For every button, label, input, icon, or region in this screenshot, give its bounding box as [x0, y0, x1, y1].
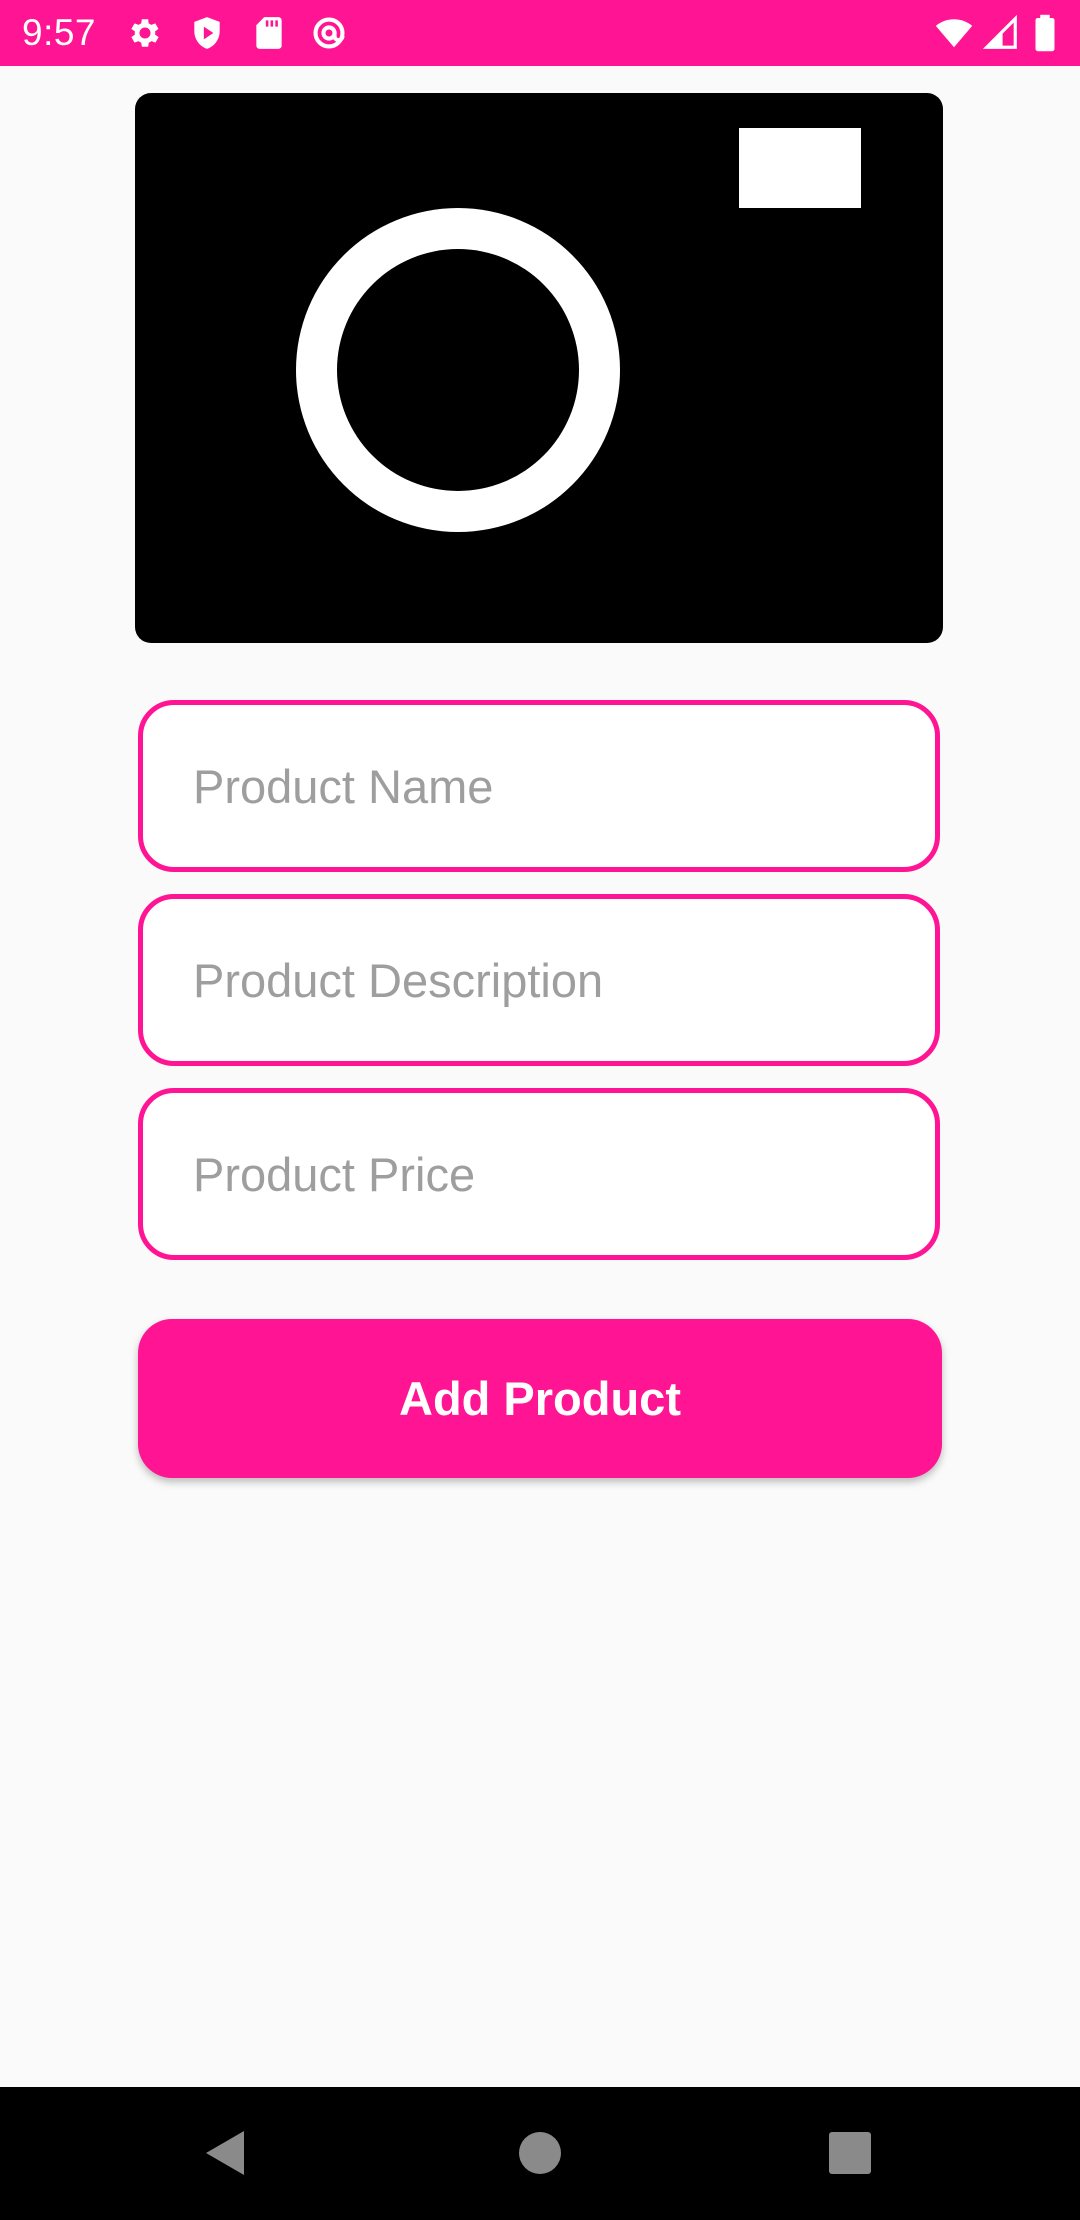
status-time: 9:57: [22, 12, 97, 53]
recents-icon[interactable]: [820, 2123, 880, 2183]
gear-icon: [126, 14, 164, 52]
at-sign-icon: [310, 14, 348, 52]
product-name-input[interactable]: [138, 700, 940, 872]
wifi-icon: [935, 14, 973, 52]
cellular-signal-icon: [982, 14, 1020, 52]
product-description-input[interactable]: [138, 894, 940, 1066]
navigation-bar: [0, 2087, 1080, 2220]
status-bar: 9:57: [0, 0, 1080, 66]
battery-icon: [1030, 14, 1060, 52]
back-icon[interactable]: [196, 2123, 256, 2183]
add-product-button[interactable]: Add Product: [138, 1319, 942, 1478]
shield-play-icon: [188, 14, 226, 52]
home-icon[interactable]: [510, 2123, 570, 2183]
camera-icon: [135, 93, 943, 643]
product-price-input[interactable]: [138, 1088, 940, 1260]
product-image[interactable]: [135, 93, 943, 643]
sd-card-icon: [250, 14, 288, 52]
